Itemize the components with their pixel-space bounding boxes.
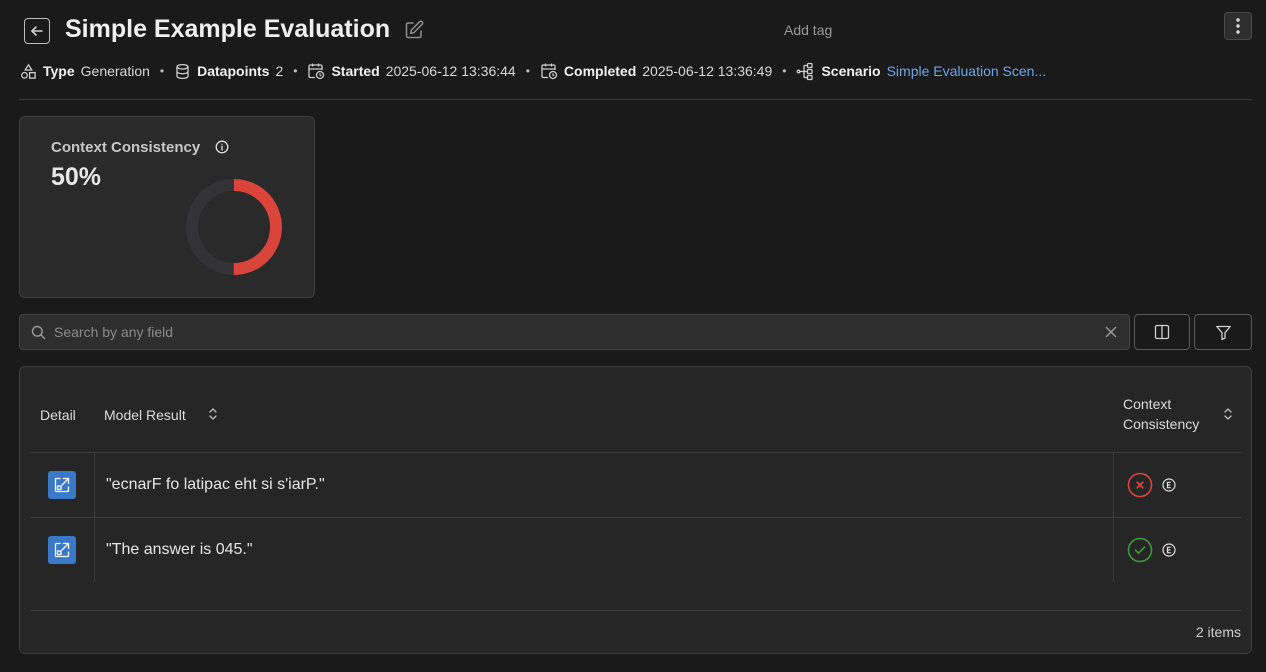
- column-divider: [1113, 453, 1114, 582]
- add-tag-button[interactable]: Add tag: [784, 22, 832, 38]
- columns-icon: [1154, 324, 1170, 340]
- column-header-detail: Detail: [40, 407, 76, 423]
- edit-title-icon[interactable]: [403, 19, 425, 41]
- meta-type-value: Generation: [80, 63, 150, 79]
- column-header-context-line1: Context: [1123, 396, 1172, 412]
- meta-completed-value: 2025-06-12 13:36:49: [642, 63, 773, 79]
- filter-icon: [1215, 325, 1231, 340]
- meta-separator: •: [782, 64, 787, 78]
- shapes-icon: [21, 63, 36, 79]
- row-divider: [31, 452, 1241, 453]
- filter-button[interactable]: [1194, 314, 1252, 350]
- check-circle-icon: [1127, 537, 1153, 563]
- clear-search-icon[interactable]: [1105, 326, 1117, 338]
- expand-icon: [54, 477, 70, 493]
- scenario-link[interactable]: Simple Evaluation Scen...: [887, 63, 1047, 79]
- meta-type: Type Generation: [20, 63, 150, 80]
- search-icon: [31, 325, 46, 340]
- meta-separator: •: [293, 64, 298, 78]
- x-circle-icon: [1127, 472, 1153, 498]
- column-header-context-line2: Consistency: [1123, 416, 1200, 432]
- evaluator-icon[interactable]: [1162, 543, 1176, 557]
- header-divider: [19, 99, 1252, 100]
- meta-started-value: 2025-06-12 13:36:44: [385, 63, 516, 79]
- sort-icon[interactable]: [1223, 407, 1233, 421]
- open-detail-button[interactable]: [48, 471, 76, 499]
- meta-scenario-label: Scenario: [821, 63, 881, 79]
- more-vertical-icon: [1236, 18, 1240, 34]
- meta-datapoints-value: 2: [275, 63, 284, 79]
- back-button[interactable]: [24, 18, 50, 44]
- meta-completed: Completed 2025-06-12 13:36:49: [540, 62, 772, 80]
- meta-separator: •: [525, 64, 530, 78]
- item-count: 2 items: [1195, 624, 1241, 640]
- row-divider: [31, 517, 1241, 518]
- search-bar: [19, 314, 1130, 350]
- column-divider: [94, 453, 95, 582]
- results-table: Detail Model Result Context Consistency …: [19, 366, 1252, 654]
- expand-icon: [54, 542, 70, 558]
- info-icon[interactable]: [215, 140, 229, 154]
- model-result-cell: "The answer is 045.": [106, 541, 253, 558]
- arrow-left-icon: [31, 26, 43, 36]
- page-title: Simple Example Evaluation: [65, 15, 391, 43]
- workflow-icon: [797, 62, 814, 80]
- more-options-button[interactable]: [1224, 12, 1252, 40]
- search-input[interactable]: [54, 315, 1094, 349]
- column-header-context-consistency: Context Consistency: [1123, 396, 1199, 432]
- evaluation-meta: Type Generation • Datapoints 2 • Started…: [20, 61, 1046, 81]
- table-footer-divider: [31, 610, 1241, 611]
- meta-completed-label: Completed: [563, 63, 637, 79]
- meta-type-label: Type: [43, 63, 75, 79]
- meta-started: Started 2025-06-12 13:36:44: [307, 62, 516, 80]
- calendar-clock-icon: [541, 63, 558, 80]
- open-detail-button[interactable]: [48, 536, 76, 564]
- metric-value: 50%: [51, 163, 102, 191]
- meta-scenario: Scenario Simple Evaluation Scen...: [796, 62, 1046, 81]
- database-icon: [176, 63, 189, 79]
- metric-donut-chart: [186, 179, 282, 275]
- evaluator-icon[interactable]: [1162, 478, 1176, 492]
- column-header-model-result: Model Result: [104, 407, 186, 423]
- meta-datapoints-label: Datapoints: [197, 63, 270, 79]
- meta-datapoints: Datapoints 2: [174, 63, 283, 80]
- meta-separator: •: [159, 64, 165, 78]
- columns-button[interactable]: [1134, 314, 1190, 350]
- metric-label: Context Consistency: [51, 139, 201, 156]
- calendar-clock-icon: [308, 63, 325, 80]
- sort-icon[interactable]: [208, 407, 218, 421]
- metric-card: Context Consistency 50%: [19, 116, 315, 298]
- meta-started-label: Started: [331, 63, 380, 79]
- model-result-cell: "ecnarF fo latipac eht si s'iarP.": [106, 476, 325, 493]
